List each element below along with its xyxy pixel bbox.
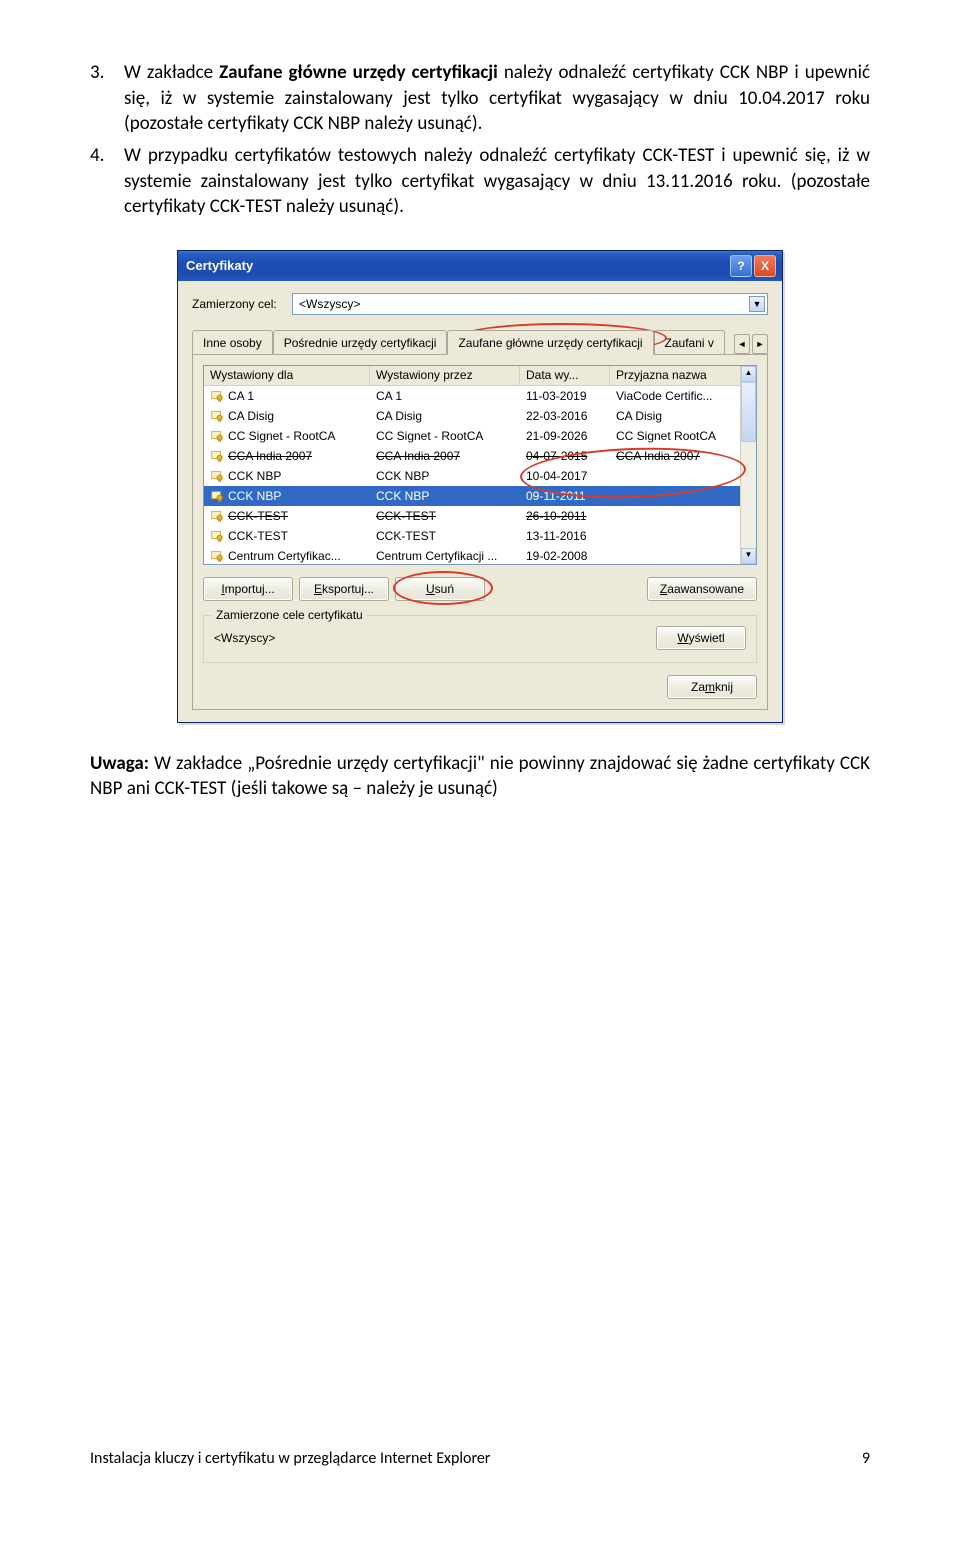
table-row[interactable]: CCK-TESTCCK-TEST26-10-2011: [204, 506, 740, 526]
col-wystawiony-przez[interactable]: Wystawiony przez: [370, 366, 520, 385]
table-row[interactable]: CCK-TESTCCK-TEST13-11-2016: [204, 526, 740, 546]
chevron-down-icon: ▼: [749, 296, 765, 312]
import-button[interactable]: Importuj...: [203, 577, 293, 601]
tab-zaufani[interactable]: Zaufani v: [654, 330, 725, 354]
table-row[interactable]: CA DisigCA Disig22-03-2016CA Disig: [204, 406, 740, 426]
groupbox-legend: Zamierzone cele certyfikatu: [212, 607, 367, 623]
cert-icon: [210, 489, 224, 503]
cert-icon: [210, 449, 224, 463]
tab-posrednie[interactable]: Pośrednie urzędy certyfikacji: [273, 330, 448, 354]
tab-zaufane-active[interactable]: Zaufane główne urzędy certyfikacji: [447, 330, 653, 355]
cert-icon: [210, 389, 224, 403]
purpose-dropdown[interactable]: <Wszyscy> ▼: [292, 293, 768, 315]
cert-icon: [210, 409, 224, 423]
purpose-value: <Wszyscy>: [299, 296, 749, 312]
table-row[interactable]: CCA India 2007CCA India 200704-07-2015CC…: [204, 446, 740, 466]
footer-page: 9: [862, 1448, 870, 1470]
tab-scroll-left-icon[interactable]: ◄: [734, 334, 750, 354]
close-button[interactable]: Zamknij: [667, 675, 757, 699]
col-data[interactable]: Data wy...: [520, 366, 610, 385]
list-number: 4.: [90, 143, 124, 220]
help-icon[interactable]: ?: [730, 255, 752, 277]
col-przyjazna[interactable]: Przyjazna nazwa: [610, 366, 756, 385]
groupbox-value: <Wszyscy>: [214, 630, 275, 646]
certificates-dialog: Certyfikaty ? X Zamierzony cel: <Wszyscy…: [177, 250, 783, 723]
cert-listview[interactable]: Wystawiony dla Wystawiony przez Data wy.…: [203, 365, 757, 565]
footer-text: Instalacja kluczy i certyfikatu w przegl…: [90, 1448, 490, 1470]
remove-button[interactable]: Usuń: [395, 577, 485, 601]
dialog-titlebar: Certyfikaty ? X: [178, 251, 782, 281]
list-text: W zakładce Zaufane główne urzędy certyfi…: [124, 60, 870, 137]
cert-icon: [210, 429, 224, 443]
tab-scroll-right-icon[interactable]: ►: [752, 334, 768, 354]
close-icon[interactable]: X: [754, 255, 776, 277]
col-wystawiony-dla[interactable]: Wystawiony dla: [204, 366, 370, 385]
advanced-button[interactable]: Zaawansowane: [647, 577, 757, 601]
table-row[interactable]: CCK NBPCCK NBP10-04-2017: [204, 466, 740, 486]
table-row[interactable]: CC Signet - RootCACC Signet - RootCA21-0…: [204, 426, 740, 446]
note-paragraph: Uwaga: W zakładce „Pośrednie urzędy cert…: [90, 751, 870, 802]
table-row[interactable]: Centrum Certyfikac...Centrum Certyfikacj…: [204, 546, 740, 564]
scroll-down-icon[interactable]: ▼: [741, 548, 756, 564]
scroll-up-icon[interactable]: ▲: [741, 366, 756, 382]
table-row[interactable]: CA 1CA 111-03-2019ViaCode Certific...: [204, 386, 740, 406]
dialog-title: Certyfikaty: [186, 257, 253, 275]
tab-inne-osoby[interactable]: Inne osoby: [192, 330, 273, 354]
scrollbar[interactable]: ▲ ▼: [740, 366, 756, 564]
cert-icon: [210, 549, 224, 563]
cert-icon: [210, 509, 224, 523]
scroll-thumb[interactable]: [741, 382, 756, 442]
cert-icon: [210, 469, 224, 483]
view-button[interactable]: Wyświetl: [656, 626, 746, 650]
list-number: 3.: [90, 60, 124, 137]
table-row[interactable]: CCK NBPCCK NBP09-11-2011: [204, 486, 740, 506]
export-button[interactable]: Eksportuj...: [299, 577, 389, 601]
purposes-groupbox: Zamierzone cele certyfikatu <Wszyscy> Wy…: [203, 615, 757, 663]
cert-icon: [210, 529, 224, 543]
purpose-label: Zamierzony cel:: [192, 296, 292, 312]
list-text: W przypadku certyfikatów testowych należ…: [124, 143, 870, 220]
